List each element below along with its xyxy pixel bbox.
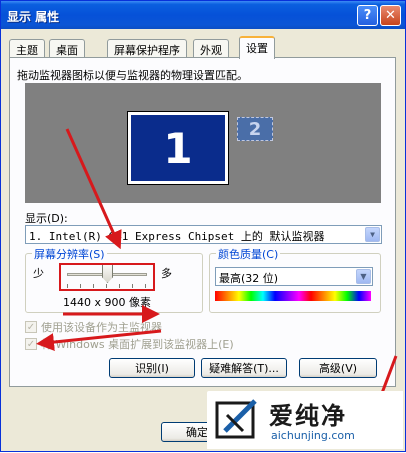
tab-label: 屏幕保护程序 [114,44,180,57]
primary-monitor-checkbox[interactable]: ✓ 使用该设备作为主监视器 [25,319,162,335]
watermark-logo-icon [215,399,257,439]
checkbox-checked-icon: ✓ [25,321,37,333]
close-icon: ✕ [385,8,396,23]
color-quality-group-label: 颜色质量(C) [216,246,281,262]
extend-desktop-label: 将 Windows 桌面扩展到该监视器上(E) [41,338,234,351]
display-label: 显示(D): [25,212,68,225]
tab-label: 设置 [246,42,268,55]
tab-desktop[interactable]: 桌面 [49,39,85,58]
checkbox-checked-icon: ✓ [25,338,37,350]
monitor-1-icon[interactable]: 1 [127,111,229,185]
extend-desktop-checkbox[interactable]: ✓ 将 Windows 桌面扩展到该监视器上(E) [25,336,234,352]
resolution-group-label: 屏幕分辨率(S) [32,246,107,262]
watermark: 爱纯净 aichunjing.com [207,391,403,449]
chevron-down-icon[interactable]: ▼ [365,227,380,242]
monitor-2-icon[interactable]: 2 [237,117,273,141]
chevron-down-icon[interactable]: ▼ [356,269,371,284]
watermark-url: aichunjing.com [271,429,355,442]
tab-screensaver[interactable]: 屏幕保护程序 [107,39,187,58]
display-properties-window: 显示 属性 ? ✕ 主题 桌面 屏幕保护程序 外观 设置 拖动监视器图标以便与监… [0,0,406,452]
close-button[interactable]: ✕ [380,5,401,26]
annotation-highlight-box [59,263,155,291]
display-select-value: 1. Intel(R) G41 Express Chipset 上的 默认监视器 [29,230,325,243]
tab-settings[interactable]: 设置 [239,36,275,59]
color-quality-select[interactable]: 最高(32 位) ▼ [215,267,373,286]
display-select[interactable]: 1. Intel(R) G41 Express Chipset 上的 默认监视器… [25,225,382,244]
help-icon: ? [363,8,372,23]
resolution-less-label: 少 [33,267,44,280]
title-bar[interactable]: 显示 属性 ? ✕ [1,1,405,29]
troubleshoot-button[interactable]: 疑难解答(T)... [201,358,287,378]
resolution-more-label: 多 [161,267,172,280]
tab-themes[interactable]: 主题 [9,39,45,58]
resolution-value: 1440 x 900 像素 [63,296,151,309]
advanced-button[interactable]: 高级(V) [299,358,377,378]
instruction-text: 拖动监视器图标以便与监视器的物理设置匹配。 [17,69,248,82]
help-button[interactable]: ? [357,5,378,26]
window-title: 显示 属性 [7,10,60,24]
color-quality-value: 最高(32 位) [219,272,279,285]
tab-label: 桌面 [56,44,78,57]
tab-label: 外观 [200,44,222,57]
watermark-name: 爱纯净 [269,402,347,430]
monitor-1-number: 1 [131,115,225,181]
identify-button[interactable]: 识别(I) [109,358,195,378]
tab-label: 主题 [16,44,38,57]
tab-appearance[interactable]: 外观 [193,39,229,58]
color-spectrum-bar [215,291,371,301]
primary-monitor-label: 使用该设备作为主监视器 [41,321,162,334]
